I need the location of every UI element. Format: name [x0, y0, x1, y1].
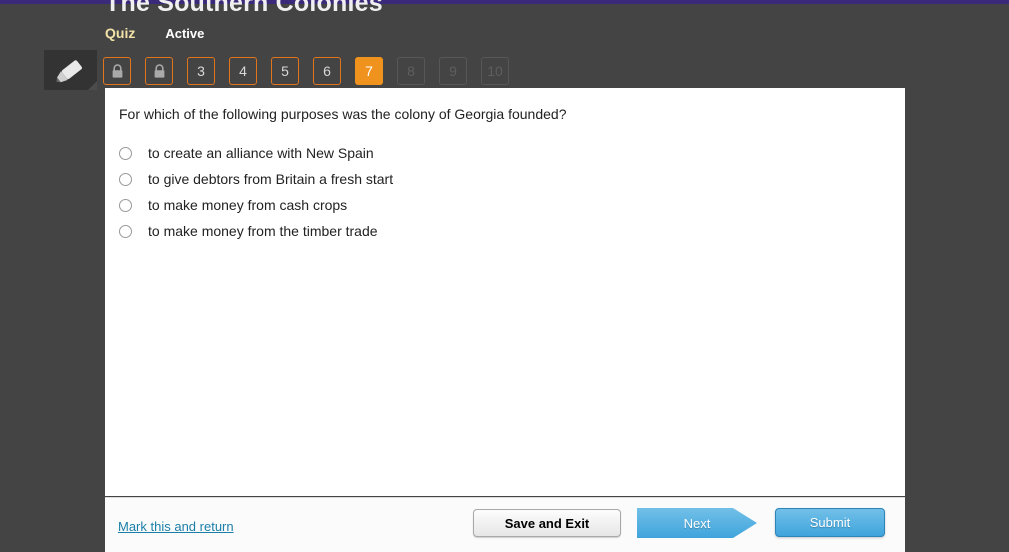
- activity-status-label: Active: [165, 25, 205, 41]
- question-nav-1[interactable]: [103, 57, 131, 85]
- question-nav-7[interactable]: 7: [355, 57, 383, 85]
- question-nav-label: 5: [281, 63, 289, 79]
- page-title: The Southern Colonies: [105, 0, 383, 17]
- radio-button[interactable]: [119, 224, 132, 238]
- question-nav-label: 6: [323, 63, 331, 79]
- question-panel: For which of the following purposes was …: [105, 88, 905, 496]
- radio-button[interactable]: [119, 172, 132, 186]
- question-nav-8: 8: [397, 57, 425, 85]
- answer-option-label: to make money from the timber trade: [148, 223, 378, 239]
- answer-option[interactable]: to give debtors from Britain a fresh sta…: [119, 166, 879, 192]
- question-nav-5[interactable]: 5: [271, 57, 299, 85]
- question-nav-label: 10: [487, 63, 503, 79]
- radio-button[interactable]: [119, 146, 132, 160]
- question-nav-4[interactable]: 4: [229, 57, 257, 85]
- lock-icon: [112, 63, 122, 78]
- answer-option[interactable]: to create an alliance with New Spain: [119, 140, 879, 166]
- question-prompt: For which of the following purposes was …: [119, 106, 567, 122]
- answer-option[interactable]: to make money from the timber trade: [119, 218, 879, 244]
- question-nav-2[interactable]: [145, 57, 173, 85]
- question-nav-label: 4: [239, 63, 247, 79]
- question-nav-3[interactable]: 3: [187, 57, 215, 85]
- mark-this-and-return-link[interactable]: Mark this and return: [118, 519, 234, 534]
- question-nav-9: 9: [439, 57, 467, 85]
- lock-icon: [154, 63, 164, 78]
- question-nav-label: 9: [449, 63, 457, 79]
- answer-option[interactable]: to make money from cash crops: [119, 192, 879, 218]
- answer-options-list: to create an alliance with New Spain to g…: [119, 140, 879, 244]
- save-and-exit-button[interactable]: Save and Exit: [473, 509, 621, 537]
- next-button[interactable]: Next: [637, 508, 757, 538]
- question-nav-label: 7: [365, 63, 373, 79]
- radio-button[interactable]: [119, 198, 132, 212]
- marker-tool-tab[interactable]: [44, 50, 97, 90]
- answer-option-label: to give debtors from Britain a fresh sta…: [148, 171, 394, 187]
- question-nav-label: 3: [197, 63, 205, 79]
- submit-button[interactable]: Submit: [775, 508, 885, 537]
- question-navigation: 3 4 5 6 7 8 9 10: [103, 57, 509, 85]
- activity-subheader: Quiz Active: [105, 24, 204, 42]
- question-nav-10: 10: [481, 57, 509, 85]
- tab-corner-fold: [88, 81, 97, 90]
- action-bar: Mark this and return Save and Exit Next …: [105, 497, 905, 552]
- answer-option-label: to make money from cash crops: [148, 197, 348, 213]
- question-nav-label: 8: [407, 63, 415, 79]
- answer-option-label: to create an alliance with New Spain: [148, 145, 374, 161]
- question-nav-6[interactable]: 6: [313, 57, 341, 85]
- activity-type-label: Quiz: [105, 25, 136, 41]
